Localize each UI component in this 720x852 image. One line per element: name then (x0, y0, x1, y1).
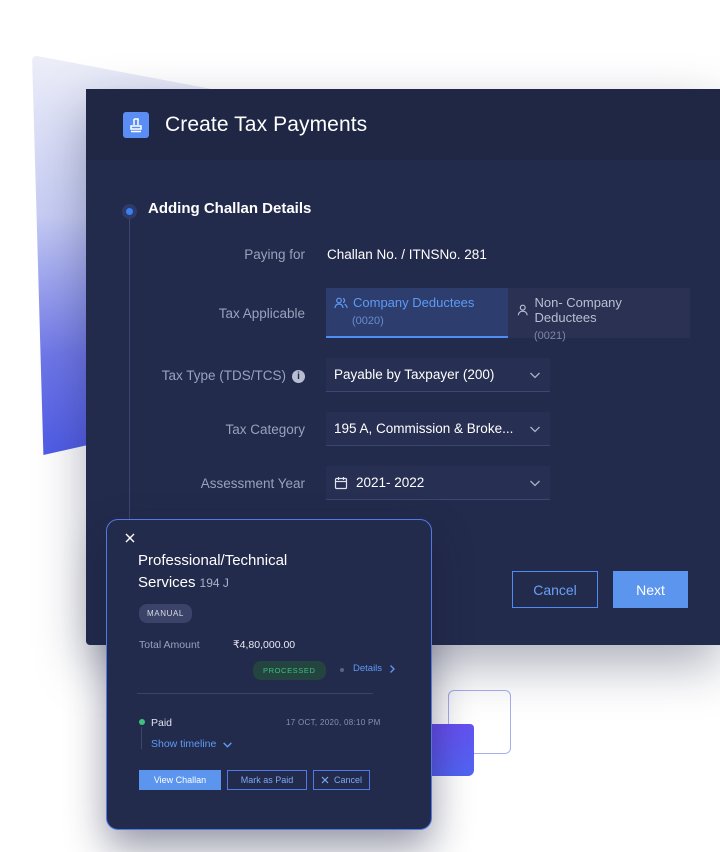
manual-badge: MANUAL (139, 604, 192, 623)
show-timeline-text: Show timeline (151, 738, 217, 750)
users-icon (334, 297, 348, 308)
close-icon[interactable] (124, 532, 136, 544)
step-title: Adding Challan Details (148, 200, 312, 217)
paid-label: Paid (151, 717, 173, 729)
view-challan-button[interactable]: View Challan (139, 770, 221, 790)
stamp-icon (123, 111, 149, 138)
popup-cancel-button[interactable]: Cancel (313, 770, 370, 790)
section-code: 194 J (199, 576, 229, 590)
page-title: Create Tax Payments (165, 112, 368, 136)
close-icon (321, 776, 329, 784)
company-deductees-option[interactable]: Company Deductees (0020) (326, 288, 508, 338)
details-link-text: Details (353, 663, 383, 674)
non-company-deductees-option[interactable]: Non- Company Deductees (0021) (508, 288, 690, 342)
popup-title: Professional/Technical Services 194 J (138, 550, 358, 594)
tax-category-select[interactable]: 195 A, Commission & Broke... (326, 412, 550, 446)
cancel-button[interactable]: Cancel (512, 571, 598, 608)
paid-status-dot (139, 719, 145, 725)
info-icon[interactable]: i (292, 370, 305, 383)
separator-dot (340, 668, 344, 672)
challan-details-popup: Professional/Technical Services 194 J MAN… (106, 519, 432, 830)
select-value: Payable by Taxpayer (200) (334, 367, 495, 382)
chevron-right-icon (390, 664, 395, 673)
option-label: Company Deductees (353, 295, 475, 310)
assessment-year-label: Assessment Year (200, 476, 305, 491)
timeline-line (141, 727, 142, 749)
step-indicator (122, 204, 137, 219)
card-header: Create Tax Payments (86, 89, 720, 160)
popup-cancel-text: Cancel (333, 775, 362, 785)
chevron-down-icon (223, 741, 233, 748)
option-label: Non- Company Deductees (534, 295, 622, 325)
paying-for-value: Challan No. / ITNSNo. 281 (327, 247, 487, 262)
select-value: 195 A, Commission & Broke... (334, 421, 514, 436)
chevron-down-icon (530, 372, 540, 378)
total-amount-label: Total Amount (139, 639, 200, 651)
stepper-line (129, 213, 130, 523)
tax-category-label: Tax Category (225, 422, 305, 437)
calendar-icon (334, 476, 348, 489)
total-amount-value: ₹4,80,000.00 (233, 639, 296, 651)
chevron-down-icon (530, 426, 540, 432)
paid-date: 17 OCT, 2020, 08:10 PM (286, 718, 381, 727)
chevron-down-icon (530, 480, 540, 486)
next-button[interactable]: Next (613, 571, 688, 608)
decorative-filled-square (432, 724, 474, 776)
tax-applicable-label: Tax Applicable (218, 306, 305, 321)
show-timeline-link[interactable]: Show timeline (151, 738, 233, 750)
divider (137, 693, 373, 694)
status-badge: PROCESSED (253, 661, 326, 680)
assessment-year-select[interactable]: 2021- 2022 (326, 466, 550, 500)
tax-type-select[interactable]: Payable by Taxpayer (200) (326, 358, 550, 392)
mark-as-paid-button[interactable]: Mark as Paid (227, 770, 307, 790)
option-code: (0021) (534, 330, 566, 342)
user-icon (517, 304, 528, 316)
option-code: (0020) (352, 315, 384, 327)
tax-type-label: Tax Type (TDS/TCS) i (162, 368, 305, 383)
details-link[interactable]: Details (353, 663, 397, 674)
select-value: 2021- 2022 (356, 475, 425, 490)
tax-type-label-text: Tax Type (TDS/TCS) (161, 368, 286, 383)
paying-for-label: Paying for (244, 247, 305, 262)
